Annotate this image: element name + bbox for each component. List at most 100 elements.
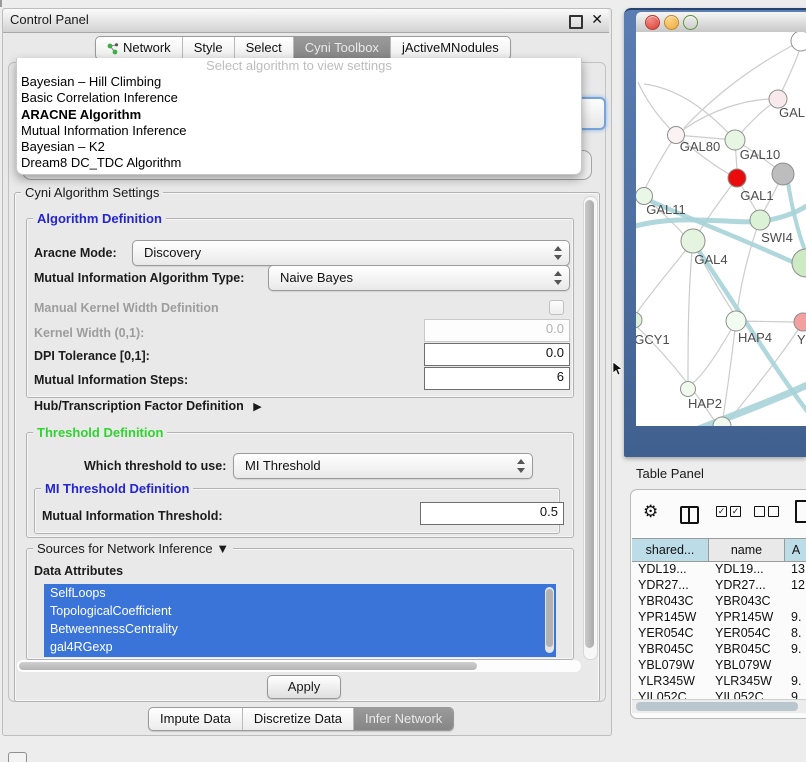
network-edge[interactable]: [676, 99, 778, 135]
aracne-mode-combobox[interactable]: Discovery: [132, 240, 570, 266]
mi-steps-label: Mutual Information Steps:: [34, 373, 188, 387]
close-icon[interactable]: ✕: [591, 11, 603, 28]
mi-algorithm-type-combobox[interactable]: Naive Bayes: [268, 265, 570, 291]
tab-discretize-data[interactable]: Discretize Data: [243, 708, 354, 730]
zoom-traffic-light-icon[interactable]: [683, 15, 698, 30]
table-row[interactable]: YLR345WYLR345W9.: [632, 673, 806, 689]
network-node-label: SWI4: [761, 230, 793, 245]
column-header-shared[interactable]: shared...: [632, 539, 709, 561]
gear-icon[interactable]: ⚙: [643, 503, 658, 520]
table-cell: YBL079W: [709, 657, 785, 673]
attribute-item-selected[interactable]: SelfLoops: [44, 584, 556, 602]
table-row[interactable]: YPR145WYPR145W9.: [632, 609, 806, 625]
kernel-width-field[interactable]: 0.0: [424, 319, 570, 342]
table-cell: [785, 593, 806, 609]
network-edge[interactable]: [636, 241, 693, 314]
collapsed-panel-icon[interactable]: [8, 752, 27, 762]
deselect-all-icon[interactable]: [754, 506, 765, 517]
table-header-row: shared...nameA: [632, 538, 806, 562]
deselect-all-icon[interactable]: [768, 506, 779, 517]
columns-icon[interactable]: [680, 506, 699, 524]
hub-transcription-factor-section[interactable]: Hub/Transcription Factor Definition ▶: [34, 399, 262, 413]
network-node[interactable]: [636, 312, 642, 328]
attributes-scrollbar-thumb[interactable]: [546, 589, 553, 647]
algorithm-option[interactable]: Basic Correlation Inference: [17, 90, 581, 106]
tab-jactivemnodules[interactable]: jActiveMNodules: [391, 37, 510, 59]
tab-label: Network: [123, 37, 171, 59]
mi-threshold-field[interactable]: 0.5: [420, 502, 564, 525]
network-node[interactable]: [791, 32, 806, 51]
attribute-item-selected[interactable]: gal4RGexp: [44, 638, 556, 656]
network-edge[interactable]: [688, 241, 693, 382]
table-horizontal-scrollbar[interactable]: [632, 699, 806, 713]
apply-button[interactable]: Apply: [267, 675, 341, 699]
algorithm-option[interactable]: Bayesian – Hill Climbing: [17, 74, 581, 90]
network-node[interactable]: [726, 311, 746, 331]
column-header-a[interactable]: A: [785, 539, 806, 561]
tab-infer-network[interactable]: Infer Network: [354, 708, 453, 730]
export-table-icon[interactable]: [795, 500, 806, 523]
which-threshold-combobox[interactable]: MI Threshold: [233, 453, 533, 479]
network-window-titlebar[interactable]: [636, 12, 806, 33]
select-all-check-icon[interactable]: ✓: [716, 506, 727, 517]
tab-select[interactable]: Select: [235, 37, 294, 59]
select-all-check-icon[interactable]: ✓: [730, 506, 741, 517]
network-node[interactable]: [772, 163, 794, 185]
network-node-label: HAP2: [688, 396, 722, 411]
expand-arrow-icon[interactable]: ▶: [253, 401, 261, 413]
settings-horizontal-scrollbar[interactable]: [17, 660, 581, 672]
manual-kernel-width-checkbox[interactable]: [549, 300, 564, 315]
network-node[interactable]: [681, 382, 696, 397]
network-node[interactable]: [728, 169, 746, 187]
tab-impute-data[interactable]: Impute Data: [149, 708, 243, 730]
table-cell: YIL052C: [632, 689, 709, 699]
attribute-item-selected[interactable]: BetweennessCentrality: [44, 620, 556, 638]
stepper-arrows-icon: [553, 245, 562, 261]
table-row[interactable]: YBR043CYBR043C: [632, 593, 806, 609]
mouse-cursor: [612, 362, 623, 376]
close-traffic-light-icon[interactable]: [645, 15, 660, 30]
network-node[interactable]: [792, 249, 806, 277]
tab-style[interactable]: Style: [183, 37, 235, 59]
table-row[interactable]: YIL052CYIL052C9: [632, 689, 806, 699]
table-cell: YBL079W: [632, 657, 709, 673]
control-panel-titlebar[interactable]: Control Panel ✕: [3, 9, 609, 33]
collapse-arrow-icon[interactable]: ▼: [216, 541, 229, 556]
attributes-scrollbar[interactable]: [545, 587, 554, 653]
network-edge[interactable]: [737, 220, 760, 312]
mi-steps-field[interactable]: 6: [424, 367, 570, 390]
tab-label: Style: [194, 37, 223, 59]
settings-vertical-scrollbar-thumb[interactable]: [585, 200, 594, 648]
network-edge[interactable]: [638, 82, 676, 135]
float-window-icon[interactable]: [569, 15, 583, 29]
settings-horizontal-scrollbar-thumb[interactable]: [19, 662, 477, 670]
algorithm-dropdown-popup: Select algorithm to view settings Bayesi…: [16, 58, 582, 175]
algorithm-option[interactable]: ARACNE Algorithm: [17, 107, 581, 123]
minimize-traffic-light-icon[interactable]: [664, 15, 679, 30]
network-edge[interactable]: [723, 321, 736, 418]
tab-cyni-toolbox[interactable]: Cyni Toolbox: [294, 37, 391, 59]
network-node[interactable]: [794, 313, 806, 331]
dpi-tolerance-field[interactable]: 0.0: [424, 343, 570, 366]
table-horizontal-scrollbar-thumb[interactable]: [636, 702, 798, 711]
column-header-name[interactable]: name: [709, 539, 785, 561]
algorithm-option[interactable]: Mutual Information Inference: [17, 123, 581, 139]
attribute-item-selected[interactable]: TopologicalCoefficient: [44, 602, 556, 620]
network-node[interactable]: [750, 210, 770, 230]
table-row[interactable]: YDL19...YDL19...13: [632, 561, 806, 577]
aracne-mode-label: Aracne Mode:: [34, 246, 117, 260]
table-row[interactable]: YBR045CYBR045C9.: [632, 641, 806, 657]
data-attributes-list[interactable]: SelfLoopsTopologicalCoefficientBetweenne…: [44, 584, 556, 657]
table-row[interactable]: YER054CYER054C8.: [632, 625, 806, 641]
table-row[interactable]: YBL079WYBL079W: [632, 657, 806, 673]
sources-title[interactable]: Sources for Network Inference ▼: [33, 541, 233, 556]
network-canvas[interactable]: GALGAL80GAL10GAL1GAL11SWI4GAL4GCY1HAP4YH…: [636, 32, 806, 426]
table-row[interactable]: YDR27...YDR27...12: [632, 577, 806, 593]
network-node[interactable]: [681, 229, 705, 253]
algorithm-option[interactable]: Dream8 DC_TDC Algorithm: [17, 155, 581, 171]
control-panel-title: Control Panel: [10, 12, 89, 27]
tab-network[interactable]: Network: [96, 37, 183, 59]
algorithm-option[interactable]: Bayesian – K2: [17, 139, 581, 155]
settings-vertical-scrollbar[interactable]: [583, 196, 598, 660]
network-edge[interactable]: [645, 135, 676, 189]
